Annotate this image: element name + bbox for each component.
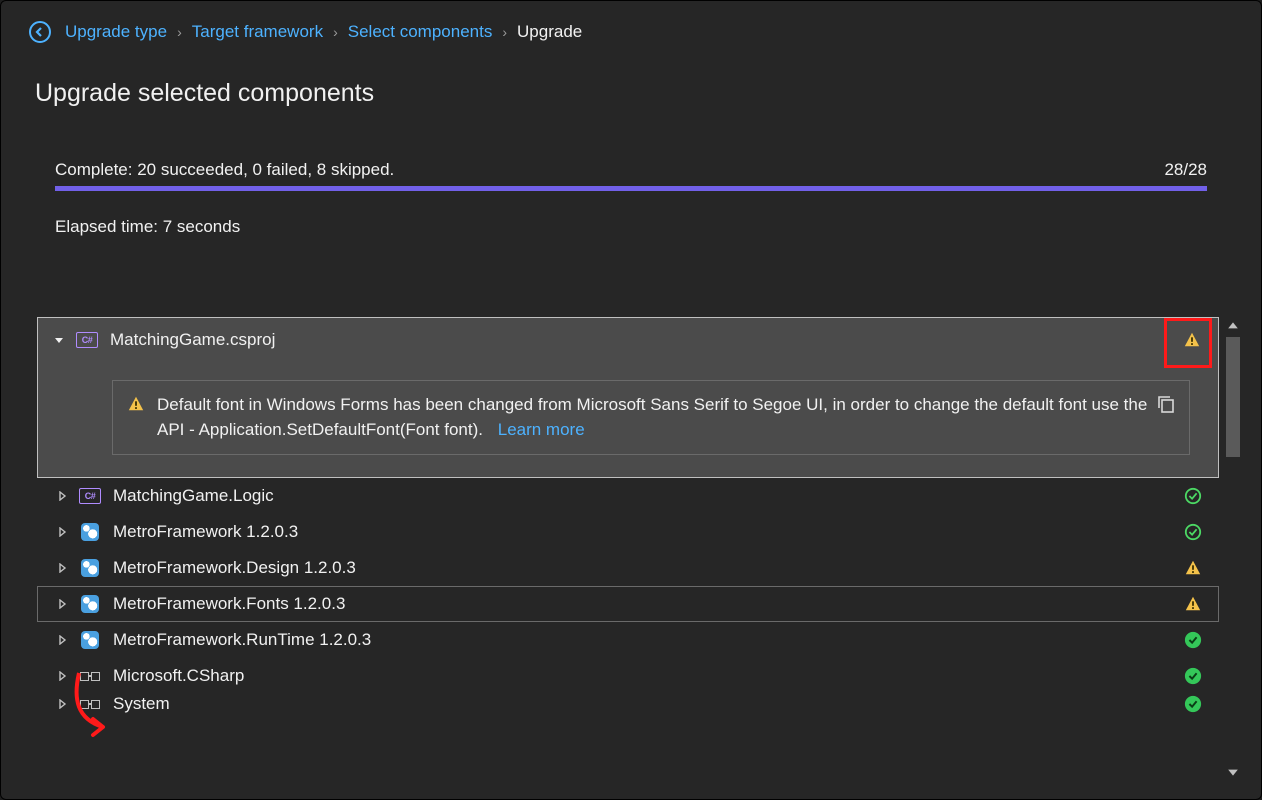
result-label: MetroFramework 1.2.0.3 bbox=[113, 522, 298, 542]
status-row: Complete: 20 succeeded, 0 failed, 8 skip… bbox=[55, 160, 1207, 180]
ref-icon bbox=[79, 695, 101, 713]
result-row-0[interactable]: C# MatchingGame.Logic bbox=[37, 478, 1219, 514]
result-label: Microsoft.CSharp bbox=[113, 666, 244, 686]
warning-text: Default font in Windows Forms has been c… bbox=[157, 393, 1175, 442]
result-row-2[interactable]: MetroFramework.Design 1.2.0.3 bbox=[37, 550, 1219, 586]
scroll-down-button[interactable] bbox=[1224, 763, 1242, 781]
chevron-right-icon: › bbox=[502, 24, 507, 40]
scroll-track[interactable] bbox=[1224, 337, 1242, 761]
success-filled-icon bbox=[1183, 694, 1203, 714]
chevron-right-icon: › bbox=[177, 24, 182, 40]
status-summary: Complete: 20 succeeded, 0 failed, 8 skip… bbox=[55, 160, 394, 180]
copy-icon[interactable] bbox=[1155, 393, 1177, 415]
expander-closed-icon[interactable] bbox=[57, 699, 67, 709]
nuget-icon bbox=[79, 595, 101, 613]
vertical-scrollbar[interactable] bbox=[1223, 317, 1243, 781]
breadcrumb-current: Upgrade bbox=[517, 22, 582, 42]
back-button[interactable] bbox=[29, 21, 51, 43]
expander-closed-icon[interactable] bbox=[57, 491, 67, 501]
project-name: MatchingGame.csproj bbox=[110, 330, 275, 350]
results-scroll[interactable]: C# MatchingGame.csproj Default font in W… bbox=[37, 317, 1219, 781]
elapsed-time: Elapsed time: 7 seconds bbox=[55, 217, 1261, 237]
result-label: System bbox=[113, 694, 170, 714]
result-label: MetroFramework.RunTime 1.2.0.3 bbox=[113, 630, 371, 650]
warning-message: Default font in Windows Forms has been c… bbox=[157, 395, 1147, 439]
breadcrumb-link-0[interactable]: Upgrade type bbox=[65, 22, 167, 42]
result-row-1[interactable]: MetroFramework 1.2.0.3 bbox=[37, 514, 1219, 550]
ref-icon bbox=[79, 667, 101, 685]
status-counter: 28/28 bbox=[1164, 160, 1207, 180]
warning-icon bbox=[1183, 558, 1203, 578]
breadcrumb-link-1[interactable]: Target framework bbox=[192, 22, 323, 42]
learn-more-link[interactable]: Learn more bbox=[498, 420, 585, 439]
warning-icon bbox=[1183, 594, 1203, 614]
progress-bar bbox=[55, 186, 1207, 191]
chevron-right-icon: › bbox=[333, 24, 338, 40]
expander-open-icon[interactable] bbox=[54, 335, 64, 345]
warning-icon bbox=[127, 395, 145, 442]
result-label: MetroFramework.Fonts 1.2.0.3 bbox=[113, 594, 345, 614]
scroll-up-button[interactable] bbox=[1224, 317, 1242, 335]
result-row-4[interactable]: MetroFramework.RunTime 1.2.0.3 bbox=[37, 622, 1219, 658]
scroll-thumb[interactable] bbox=[1226, 337, 1240, 457]
csharp-icon: C# bbox=[79, 487, 101, 505]
breadcrumb-link-2[interactable]: Select components bbox=[348, 22, 493, 42]
result-row-5[interactable]: Microsoft.CSharp bbox=[37, 658, 1219, 694]
result-row-6[interactable]: System bbox=[37, 694, 1219, 714]
expander-closed-icon[interactable] bbox=[57, 671, 67, 681]
success-icon bbox=[1183, 486, 1203, 506]
page-title: Upgrade selected components bbox=[1, 43, 1261, 108]
results-panel: C# MatchingGame.csproj Default font in W… bbox=[37, 317, 1243, 781]
success-filled-icon bbox=[1183, 666, 1203, 686]
expanded-project-block: C# MatchingGame.csproj Default font in W… bbox=[37, 317, 1219, 478]
upgrade-window: Upgrade type › Target framework › Select… bbox=[0, 0, 1262, 800]
warning-icon bbox=[1182, 330, 1202, 350]
warning-message-panel: Default font in Windows Forms has been c… bbox=[112, 380, 1190, 455]
breadcrumb: Upgrade type › Target framework › Select… bbox=[1, 19, 1261, 43]
nuget-icon bbox=[79, 523, 101, 541]
success-icon bbox=[1183, 522, 1203, 542]
nuget-icon bbox=[79, 631, 101, 649]
project-row-matchinggame[interactable]: C# MatchingGame.csproj bbox=[38, 318, 1218, 360]
csharp-project-icon: C# bbox=[76, 331, 98, 349]
expander-closed-icon[interactable] bbox=[57, 635, 67, 645]
result-label: MatchingGame.Logic bbox=[113, 486, 274, 506]
expander-closed-icon[interactable] bbox=[57, 599, 67, 609]
expander-closed-icon[interactable] bbox=[57, 563, 67, 573]
success-filled-icon bbox=[1183, 630, 1203, 650]
result-row-3[interactable]: MetroFramework.Fonts 1.2.0.3 bbox=[37, 586, 1219, 622]
nuget-icon bbox=[79, 559, 101, 577]
result-label: MetroFramework.Design 1.2.0.3 bbox=[113, 558, 356, 578]
expander-closed-icon[interactable] bbox=[57, 527, 67, 537]
